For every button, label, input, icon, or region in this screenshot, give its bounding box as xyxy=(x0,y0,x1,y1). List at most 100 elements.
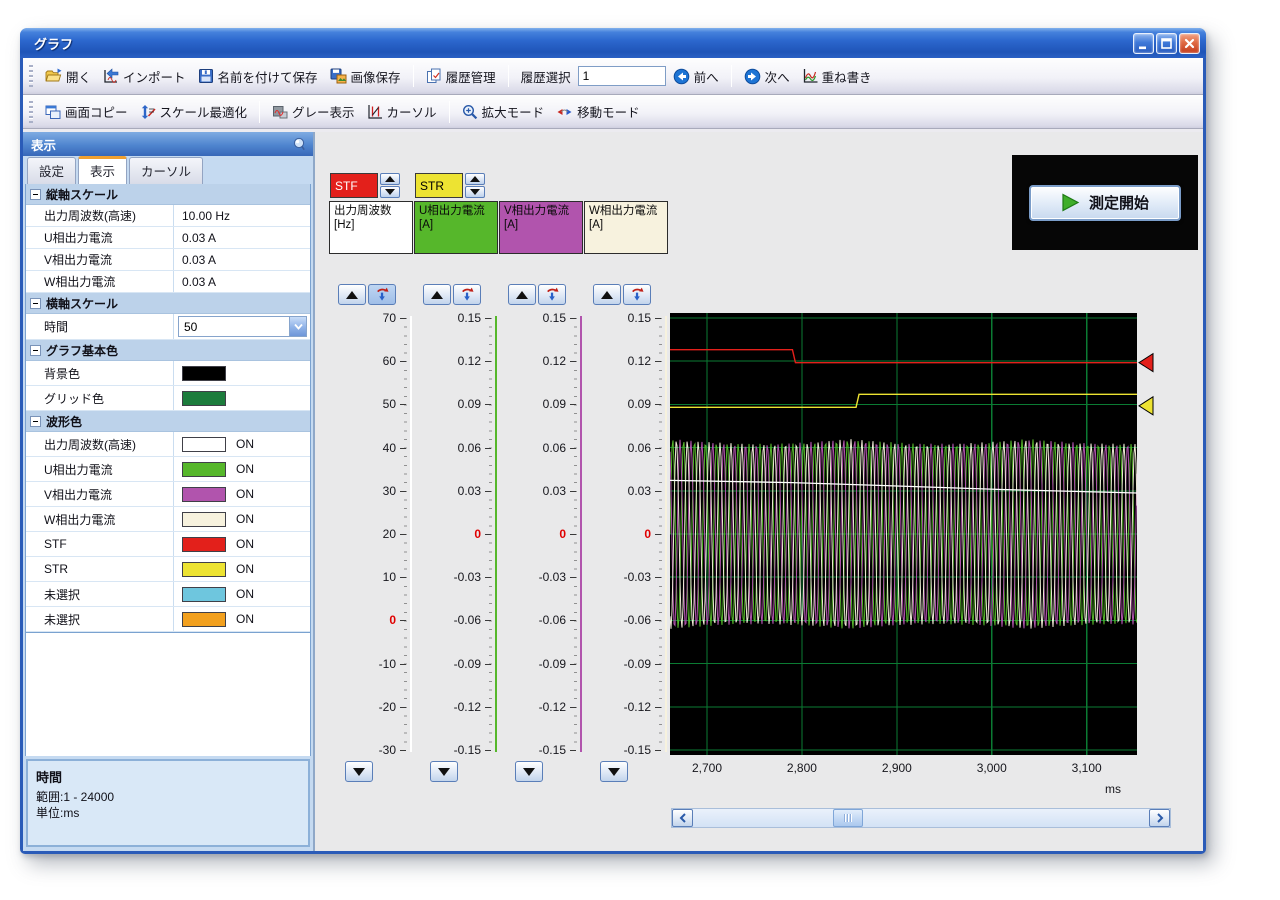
scale-optimize-button[interactable]: スケール最適化 xyxy=(135,99,253,124)
x-tick-label: 2,700 xyxy=(677,761,737,775)
move-mode-button[interactable]: 移動モード xyxy=(551,99,645,124)
waveform-chart[interactable] xyxy=(670,313,1137,755)
spinner-down-button[interactable] xyxy=(380,186,400,198)
stf-label-box[interactable]: STF xyxy=(330,173,378,198)
history-manage-button[interactable]: 履歴管理 xyxy=(421,64,501,89)
screen-copy-button[interactable]: 画面コピー xyxy=(40,99,133,124)
save-image-button[interactable]: 画像保存 xyxy=(325,64,406,89)
prev-button[interactable]: 前へ xyxy=(668,64,724,89)
tick-label: 70 xyxy=(338,311,396,325)
axis-down-button-0[interactable] xyxy=(345,761,373,782)
zoom-mode-button[interactable]: 拡大モード xyxy=(457,99,550,124)
time-scale-dropdown[interactable]: 50 xyxy=(178,316,307,337)
spinner-down-button[interactable] xyxy=(465,186,485,198)
section-graph-base-colors[interactable]: グラフ基本色 xyxy=(26,340,310,361)
toolbar-separator xyxy=(413,65,414,87)
scroll-right-button[interactable] xyxy=(1149,809,1170,827)
axis-autoscale-button-0[interactable] xyxy=(368,284,396,305)
maximize-button[interactable] xyxy=(1156,33,1177,54)
open-button[interactable]: 開く xyxy=(40,64,96,89)
panel-empty-space xyxy=(25,633,311,756)
tab-settings[interactable]: 設定 xyxy=(27,157,76,184)
triangle-up-icon xyxy=(470,176,480,182)
waveform-on-state: ON xyxy=(236,582,254,606)
axis-up-button-0[interactable] xyxy=(338,284,366,305)
zoom-magnifier-icon xyxy=(462,104,478,120)
channel-box-frequency[interactable]: 出力周波数 [Hz] xyxy=(329,201,413,254)
color-swatch[interactable] xyxy=(182,612,226,627)
tab-cursor[interactable]: カーソル xyxy=(129,157,203,184)
next-button[interactable]: 次へ xyxy=(739,64,795,89)
axis-autoscale-button-3[interactable] xyxy=(623,284,651,305)
property-grid: 縦軸スケール 出力周波数(高速) 10.00 Hz U相出力電流 0.03 A … xyxy=(25,184,311,633)
spinner-up-button[interactable] xyxy=(380,173,400,185)
channel-box-v-current[interactable]: V相出力電流 [A] xyxy=(499,201,583,254)
axis-up-button-1[interactable] xyxy=(423,284,451,305)
channel-box-w-current[interactable]: W相出力電流 [A] xyxy=(584,201,668,254)
color-swatch[interactable] xyxy=(182,437,226,452)
scrollbar-track[interactable] xyxy=(693,809,1149,827)
axis-up-button-2[interactable] xyxy=(508,284,536,305)
color-swatch[interactable] xyxy=(182,462,226,477)
axis-down-button-2[interactable] xyxy=(515,761,543,782)
property-value[interactable]: 10.00 Hz xyxy=(174,205,310,226)
toolbar-separator xyxy=(259,101,260,123)
autoscale-icon xyxy=(375,287,390,302)
close-button[interactable] xyxy=(1179,33,1200,54)
cursor-mode-button[interactable]: カーソル xyxy=(362,99,442,124)
tick-dash xyxy=(400,750,406,751)
tick-dash xyxy=(570,620,576,621)
info-range: 範囲:1 - 24000 xyxy=(36,789,300,805)
title-bar[interactable]: グラフ xyxy=(20,28,1206,58)
section-title: グラフ基本色 xyxy=(46,342,118,359)
property-value[interactable]: 0.03 A xyxy=(174,227,310,248)
tab-display[interactable]: 表示 xyxy=(78,156,127,184)
tick-dash xyxy=(570,750,576,751)
toolbar-grip[interactable] xyxy=(29,101,33,123)
collapse-icon[interactable] xyxy=(30,298,41,309)
import-button[interactable]: インポート xyxy=(98,64,191,89)
triangle-up-icon xyxy=(385,176,395,182)
start-measurement-button[interactable]: 測定開始 xyxy=(1029,185,1181,221)
property-value[interactable]: 0.03 A xyxy=(174,249,310,270)
axis-down-button-1[interactable] xyxy=(430,761,458,782)
scroll-left-button[interactable] xyxy=(672,809,693,827)
toolbar-separator xyxy=(508,65,509,87)
collapse-icon[interactable] xyxy=(30,345,41,356)
tick-label: 0.03 xyxy=(593,484,651,498)
color-swatch[interactable] xyxy=(182,562,226,577)
color-swatch[interactable] xyxy=(182,487,226,502)
dropdown-button[interactable] xyxy=(289,317,306,336)
str-label-box[interactable]: STR xyxy=(415,173,463,198)
spinner-up-button[interactable] xyxy=(465,173,485,185)
tick-dash xyxy=(485,707,491,708)
pin-icon[interactable] xyxy=(292,137,307,152)
property-value[interactable]: 0.03 A xyxy=(174,271,310,292)
axis-autoscale-button-2[interactable] xyxy=(538,284,566,305)
color-swatch[interactable] xyxy=(182,391,226,406)
chevron-right-icon xyxy=(1156,812,1164,824)
overlay-draw-button[interactable]: 重ね書き xyxy=(797,64,877,89)
save-as-button[interactable]: 名前を付けて保存 xyxy=(193,64,323,89)
color-swatch[interactable] xyxy=(182,366,226,381)
channel-box-u-current[interactable]: U相出力電流 [A] xyxy=(414,201,498,254)
minimize-button[interactable] xyxy=(1133,33,1154,54)
color-swatch[interactable] xyxy=(182,512,226,527)
collapse-icon[interactable] xyxy=(30,189,41,200)
section-vertical-scale[interactable]: 縦軸スケール xyxy=(26,184,310,205)
channel-unit: [Hz] xyxy=(334,219,410,233)
history-select-input[interactable] xyxy=(578,66,666,86)
toolbar-grip[interactable] xyxy=(29,65,33,87)
property-row: V相出力電流 ON xyxy=(26,482,310,507)
axis-down-button-3[interactable] xyxy=(600,761,628,782)
section-horizontal-scale[interactable]: 横軸スケール xyxy=(26,293,310,314)
collapse-icon[interactable] xyxy=(30,416,41,427)
scrollbar-thumb[interactable] xyxy=(833,809,863,827)
color-swatch[interactable] xyxy=(182,537,226,552)
axis-autoscale-button-1[interactable] xyxy=(453,284,481,305)
gray-display-button[interactable]: グレー表示 xyxy=(267,99,360,124)
color-swatch[interactable] xyxy=(182,587,226,602)
property-row: W相出力電流 ON xyxy=(26,507,310,532)
section-waveform-colors[interactable]: 波形色 xyxy=(26,411,310,432)
axis-up-button-3[interactable] xyxy=(593,284,621,305)
